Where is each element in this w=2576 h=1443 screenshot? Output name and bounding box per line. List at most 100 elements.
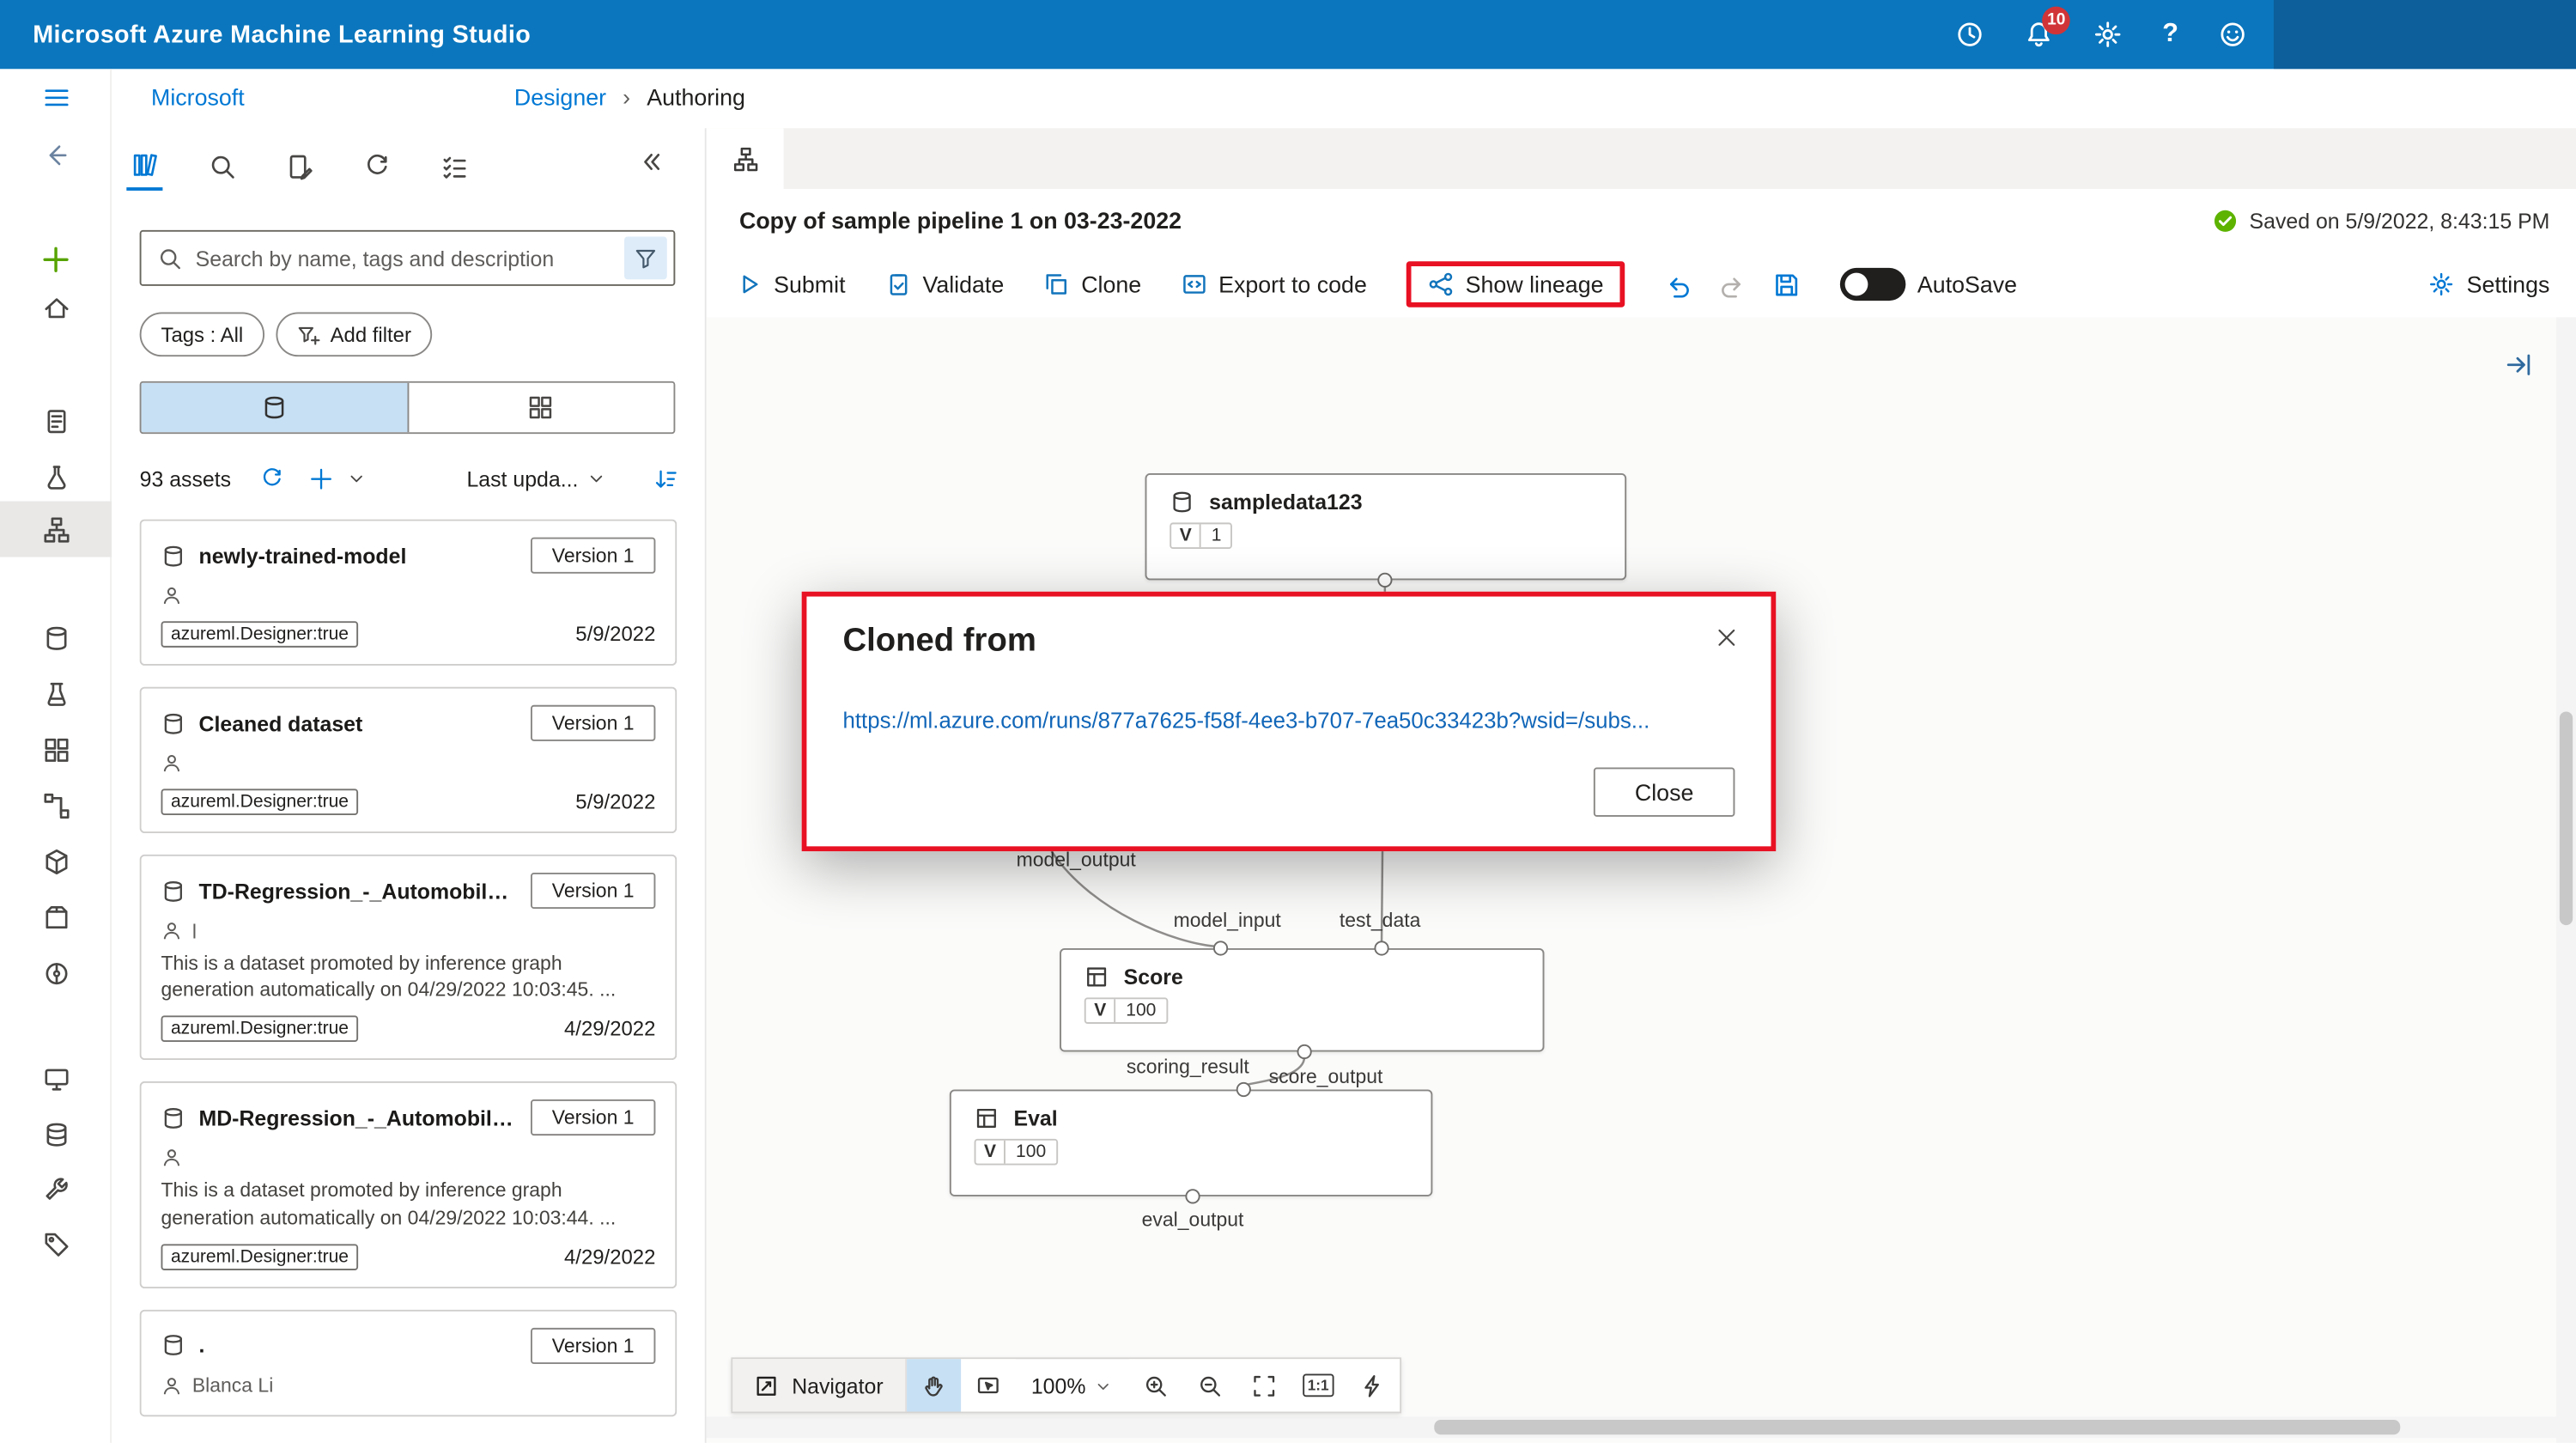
refresh-assets-button[interactable] <box>358 142 394 191</box>
clone-button[interactable]: Clone <box>1043 271 1141 298</box>
asset-name: . <box>199 1333 518 1358</box>
topbar-icon-group: 10 ? <box>1955 0 2247 69</box>
nav-datastores[interactable] <box>0 1106 112 1162</box>
redo-button[interactable] <box>1718 271 1747 299</box>
back-button[interactable] <box>0 126 112 182</box>
filter-button[interactable] <box>624 237 667 280</box>
validate-button[interactable]: Validate <box>884 271 1004 298</box>
version-button[interactable]: Version 1 <box>531 873 655 909</box>
version-button[interactable]: Version 1 <box>531 1100 655 1136</box>
zoom-in-button[interactable] <box>1128 1359 1182 1411</box>
port-eval-input[interactable] <box>1236 1082 1251 1097</box>
horizontal-scrollbar-thumb[interactable] <box>1434 1420 2400 1434</box>
toggle-knob <box>1845 273 1868 296</box>
nav-endpoints[interactable] <box>0 945 112 1001</box>
settings-gear-button[interactable] <box>2093 20 2123 49</box>
library-tab[interactable] <box>126 142 162 191</box>
sort-order-button[interactable] <box>653 460 678 496</box>
data-assets-toggle[interactable] <box>142 383 407 432</box>
history-buttons <box>1664 271 1801 299</box>
nav-designer[interactable] <box>0 502 112 557</box>
asset-card[interactable]: MD-Regression_-_Automobile... Version 1 … <box>140 1082 677 1288</box>
account-area[interactable] <box>2274 0 2576 69</box>
cloned-from-link[interactable]: https://ml.azure.com/runs/877a7625-f58f-… <box>843 709 1743 734</box>
nav-jobs[interactable] <box>0 666 112 722</box>
port-sampledata-output[interactable] <box>1377 573 1392 588</box>
sort-field-dropdown[interactable]: Last upda... <box>466 460 606 496</box>
asset-date: 4/29/2022 <box>564 1018 655 1041</box>
collapse-panel-button[interactable] <box>637 148 665 176</box>
add-asset-button[interactable] <box>309 460 334 496</box>
nav-automated-ml[interactable] <box>0 448 112 504</box>
history-button[interactable] <box>1955 20 1984 49</box>
nav-models[interactable] <box>0 889 112 945</box>
add-asset-dropdown[interactable] <box>347 460 367 496</box>
vertical-scrollbar-thumb[interactable] <box>2560 711 2573 925</box>
nav-home[interactable] <box>0 279 112 335</box>
settings-label: Settings <box>2467 271 2550 298</box>
settings-button[interactable]: Settings <box>2429 271 2550 298</box>
node-score[interactable]: Score V100 <box>1060 948 1544 1052</box>
refresh-count-button[interactable] <box>259 460 284 496</box>
port-score-test-data[interactable] <box>1374 941 1388 955</box>
drafts-tab[interactable] <box>281 142 317 191</box>
notifications-button[interactable]: 10 <box>2025 20 2054 49</box>
add-filter-pill[interactable]: Add filter <box>276 313 432 357</box>
search-tab[interactable] <box>204 142 240 191</box>
save-button[interactable] <box>1773 271 1801 299</box>
dialog-close-x-button[interactable] <box>1715 626 1738 649</box>
auto-layout-button[interactable] <box>1346 1359 1400 1411</box>
undo-button[interactable] <box>1664 271 1692 299</box>
nav-compute[interactable] <box>0 1050 112 1106</box>
feedback-button[interactable] <box>2218 20 2247 49</box>
node-sampledata[interactable]: sampledata123 V1 <box>1145 473 1627 580</box>
search-input[interactable] <box>196 246 611 271</box>
node-eval[interactable]: Eval V100 <box>950 1089 1432 1196</box>
show-lineage-button[interactable]: Show lineage <box>1428 271 1604 298</box>
nav-pipelines[interactable] <box>0 777 112 833</box>
pipeline-tab[interactable] <box>707 128 784 189</box>
actual-size-button[interactable]: 1:1 <box>1291 1359 1346 1411</box>
version-button[interactable]: Version 1 <box>531 705 655 741</box>
fit-to-screen-button[interactable] <box>1236 1359 1291 1411</box>
toggle-switch[interactable] <box>1840 268 1906 301</box>
version-button[interactable]: Version 1 <box>531 538 655 574</box>
nav-linked-services[interactable] <box>0 1160 112 1216</box>
asset-card[interactable]: newly-trained-model Version 1 azureml.De… <box>140 520 677 666</box>
nav-components[interactable] <box>0 722 112 777</box>
navigator-button[interactable]: Navigator <box>732 1359 906 1411</box>
designer-canvas[interactable]: sampledata123 V1 Score V100 Eval V100 mo… <box>707 317 2576 1443</box>
asset-card[interactable]: Cleaned dataset Version 1 azureml.Design… <box>140 687 677 833</box>
port-score-model-input[interactable] <box>1213 941 1228 955</box>
port-score-output[interactable] <box>1297 1044 1312 1059</box>
collapse-right-panel-button[interactable] <box>2504 350 2533 380</box>
pan-tool-button[interactable] <box>906 1359 960 1411</box>
pipeline-edges <box>707 317 2556 1443</box>
submit-button[interactable]: Submit <box>736 271 845 298</box>
autosave-toggle[interactable]: AutoSave <box>1840 268 2017 301</box>
help-button[interactable]: ? <box>2162 20 2178 49</box>
select-tool-button[interactable] <box>961 1359 1015 1411</box>
nav-notebooks[interactable] <box>0 393 112 448</box>
zoom-level-dropdown[interactable]: 100% <box>1015 1359 1128 1411</box>
tags-filter-pill[interactable]: Tags : All <box>140 313 264 357</box>
version-button[interactable]: Version 1 <box>531 1327 655 1363</box>
component-assets-toggle[interactable] <box>407 383 674 432</box>
list-view-tab[interactable] <box>435 142 471 191</box>
export-to-code-button[interactable]: Export to code <box>1181 271 1367 298</box>
validate-label: Validate <box>922 271 1004 298</box>
nav-environments[interactable] <box>0 833 112 889</box>
asset-card[interactable]: . Version 1 Blanca Li <box>140 1309 677 1416</box>
asset-card[interactable]: TD-Regression_-_Automobile_... Version 1… <box>140 855 677 1061</box>
nav-data[interactable] <box>0 610 112 666</box>
workspace-link[interactable]: Microsoft <box>151 84 245 111</box>
port-eval-output[interactable] <box>1185 1189 1200 1203</box>
nav-data-labeling[interactable] <box>0 1216 112 1272</box>
breadcrumb-designer[interactable]: Designer <box>514 84 606 111</box>
vertical-scrollbar[interactable] <box>2556 317 2576 1443</box>
cloned-from-dialog: Cloned from https://ml.azure.com/runs/87… <box>802 592 1777 851</box>
zoom-out-button[interactable] <box>1182 1359 1236 1411</box>
menu-button[interactable] <box>0 69 112 125</box>
horizontal-scrollbar[interactable] <box>707 1416 2556 1438</box>
dialog-close-button[interactable]: Close <box>1594 767 1735 816</box>
